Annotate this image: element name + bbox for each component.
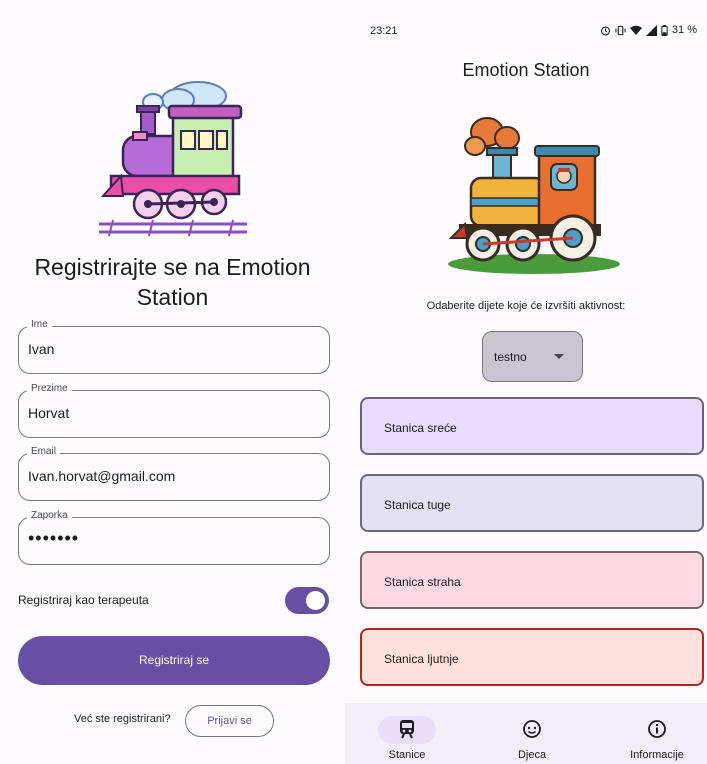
register-button[interactable]: Registriraj se (18, 636, 330, 685)
info-icon (607, 719, 707, 741)
train-icon (357, 719, 457, 741)
vibrate-icon (615, 25, 626, 35)
registration-title: Registrirajte se na Emotion Station (34, 254, 311, 310)
station-label: Stanica tuge (384, 498, 451, 512)
station-card-fear[interactable]: Stanica straha (360, 551, 704, 609)
signal-icon (645, 24, 657, 36)
password-label: Zaporka (27, 510, 72, 521)
last-name-value: Horvat (28, 405, 70, 421)
email-label: Email (27, 446, 61, 457)
switch-knob (306, 591, 325, 610)
first-name-value: Ivan (28, 341, 55, 357)
child-dropdown-value: testno (494, 350, 527, 364)
nav-label-info: Informacije (630, 749, 684, 761)
email-value: Ivan.horvat@gmail.com (28, 468, 176, 484)
first-name-field[interactable]: Ime Ivan (18, 319, 330, 374)
station-card-sadness[interactable]: Stanica tuge (360, 474, 704, 532)
password-field[interactable]: Zaporka ••••••• (18, 510, 330, 565)
last-name-field[interactable]: Prezime Horvat (18, 383, 330, 438)
alarm-icon (600, 25, 610, 35)
therapist-toggle-label: Registriraj kao terapeuta (18, 593, 149, 607)
status-time: 23:21 (370, 25, 398, 37)
nav-label-children: Djeca (517, 749, 547, 761)
child-face-icon (482, 719, 582, 741)
nav-item-children[interactable]: Djeca (482, 703, 582, 764)
station-label: Stanica ljutnje (384, 652, 459, 666)
station-card-happiness[interactable]: Stanica sreće (360, 397, 704, 455)
station-card-anger[interactable]: Stanica ljutnje (360, 628, 704, 686)
train-illustration (445, 112, 623, 280)
login-button[interactable]: Prijavi se (185, 705, 274, 737)
bottom-navigation: Stanice Djeca Informacije (345, 703, 707, 764)
nav-label-stations: Stanice (388, 749, 426, 761)
station-label: Stanica sreće (384, 421, 457, 435)
battery-percent: 31 % (671, 24, 697, 36)
password-value: ••••••• (28, 528, 80, 548)
already-registered-text: Već ste registrirani? (74, 713, 171, 725)
app-title: Emotion Station (462, 60, 590, 80)
registration-screen: Registrirajte se na Emotion Station Ime … (0, 0, 345, 764)
wifi-icon (629, 25, 642, 35)
last-name-label: Prezime (27, 383, 72, 394)
nav-item-info[interactable]: Informacije (607, 703, 707, 764)
status-icons: 31 % (600, 24, 697, 36)
child-dropdown[interactable]: testno (482, 331, 583, 382)
choose-child-label: Odaberite dijete koje će izvršiti aktivn… (426, 300, 626, 312)
first-name-label: Ime (27, 319, 52, 330)
nav-item-stations[interactable]: Stanice (357, 703, 457, 764)
battery-icon (661, 24, 668, 36)
train-logo-image (93, 76, 253, 241)
station-label: Stanica straha (384, 575, 461, 589)
email-field[interactable]: Email Ivan.horvat@gmail.com (18, 446, 330, 501)
therapist-toggle-switch[interactable] (285, 587, 329, 614)
caret-down-icon (554, 354, 564, 359)
stations-screen: 23:21 31 % Emotion Station Odaberite dij… (345, 0, 707, 764)
